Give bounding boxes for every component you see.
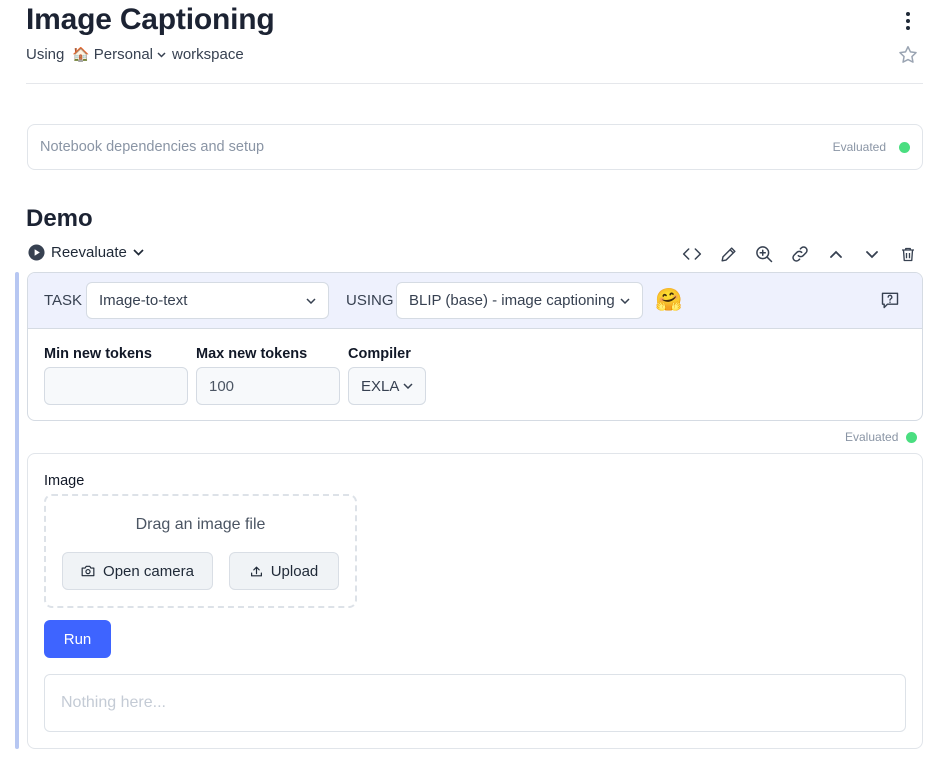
chevron-down-icon bbox=[306, 297, 316, 304]
chevron-up-icon bbox=[830, 250, 842, 258]
image-dropzone[interactable]: Drag an image file Open camera Upload bbox=[44, 494, 357, 608]
upload-label: Upload bbox=[270, 562, 319, 580]
model-select-value: BLIP (base) - image captioning bbox=[409, 292, 615, 309]
output-status: Evaluated bbox=[845, 430, 918, 444]
reevaluate-button[interactable]: Reevaluate bbox=[28, 244, 144, 261]
status-dot bbox=[899, 141, 910, 153]
subtitle-suffix: workspace bbox=[172, 46, 244, 63]
move-down-button[interactable] bbox=[859, 241, 885, 267]
chevron-down-icon bbox=[403, 383, 413, 389]
star-button[interactable] bbox=[897, 44, 919, 66]
min-tokens-label: Min new tokens bbox=[44, 346, 152, 362]
camera-icon bbox=[81, 565, 95, 577]
chevron-down-icon bbox=[620, 297, 630, 304]
chevron-down-icon bbox=[866, 250, 878, 258]
compiler-select-value: EXLA bbox=[361, 377, 400, 395]
setup-cell[interactable]: Notebook dependencies and setup Evaluate… bbox=[27, 124, 923, 170]
link-icon bbox=[792, 246, 808, 262]
section-title: Demo bbox=[26, 205, 93, 232]
compiler-label: Compiler bbox=[348, 346, 411, 362]
house-icon: 🏠 bbox=[72, 46, 90, 62]
edit-button[interactable] bbox=[715, 241, 741, 267]
run-button[interactable]: Run bbox=[44, 620, 111, 658]
link-button[interactable] bbox=[787, 241, 813, 267]
play-circle-icon bbox=[28, 244, 45, 261]
delete-button[interactable] bbox=[895, 241, 921, 267]
chevron-down-icon bbox=[133, 249, 144, 256]
output-status-text: Evaluated bbox=[845, 430, 899, 444]
star-icon bbox=[899, 46, 917, 63]
compiler-select[interactable]: EXLA bbox=[348, 367, 426, 405]
workspace-name: Personal bbox=[93, 46, 153, 63]
task-select[interactable]: Image-to-text bbox=[86, 282, 329, 319]
image-input-label: Image bbox=[44, 473, 85, 489]
hugging-face-icon: 🤗 bbox=[655, 287, 683, 312]
zoom-button[interactable] bbox=[751, 241, 777, 267]
smart-cell-header: TASK Image-to-text USING BLIP (base) - i… bbox=[28, 273, 922, 329]
pencil-icon bbox=[720, 246, 736, 262]
move-up-button[interactable] bbox=[823, 241, 849, 267]
chevron-down-icon bbox=[157, 51, 166, 58]
model-select[interactable]: BLIP (base) - image captioning bbox=[396, 282, 643, 319]
code-button[interactable] bbox=[679, 241, 705, 267]
max-tokens-label: Max new tokens bbox=[196, 346, 308, 362]
open-camera-button[interactable]: Open camera bbox=[62, 552, 213, 590]
help-button[interactable] bbox=[880, 290, 902, 312]
more-options-button[interactable] bbox=[896, 10, 920, 32]
task-label: TASK bbox=[44, 292, 83, 309]
question-bubble-icon bbox=[881, 292, 899, 309]
setup-cell-label: Notebook dependencies and setup bbox=[40, 139, 265, 155]
upload-icon bbox=[250, 566, 262, 576]
task-select-value: Image-to-text bbox=[99, 292, 188, 309]
status-dot bbox=[906, 431, 918, 443]
max-tokens-input[interactable]: 100 bbox=[196, 367, 340, 405]
setup-status-text: Evaluated bbox=[832, 140, 886, 154]
workspace-line: Using 🏠 Personal workspace bbox=[26, 46, 244, 63]
code-icon bbox=[682, 248, 702, 260]
upload-button[interactable]: Upload bbox=[229, 552, 339, 590]
dropzone-text: Drag an image file bbox=[135, 516, 266, 533]
workspace-selector[interactable]: 🏠 Personal bbox=[72, 46, 166, 63]
page-title: Image Captioning bbox=[26, 3, 275, 36]
result-placeholder: Nothing here... bbox=[61, 694, 166, 711]
vertical-dots-icon bbox=[906, 12, 910, 30]
smart-cell: TASK Image-to-text USING BLIP (base) - i… bbox=[27, 272, 923, 421]
open-camera-label: Open camera bbox=[103, 562, 194, 580]
setup-status: Evaluated bbox=[833, 140, 910, 154]
min-tokens-input[interactable] bbox=[44, 367, 188, 405]
trash-icon bbox=[902, 247, 914, 261]
result-output: Nothing here... bbox=[44, 674, 906, 732]
header-divider bbox=[26, 83, 923, 84]
output-cell: Image Drag an image file Open camera Upl… bbox=[27, 453, 923, 749]
zoom-in-icon bbox=[756, 246, 773, 263]
using-label: USING bbox=[346, 292, 394, 309]
subtitle-prefix: Using bbox=[26, 46, 65, 63]
reevaluate-label: Reevaluate bbox=[51, 244, 127, 261]
cell-focus-indicator bbox=[15, 272, 19, 749]
